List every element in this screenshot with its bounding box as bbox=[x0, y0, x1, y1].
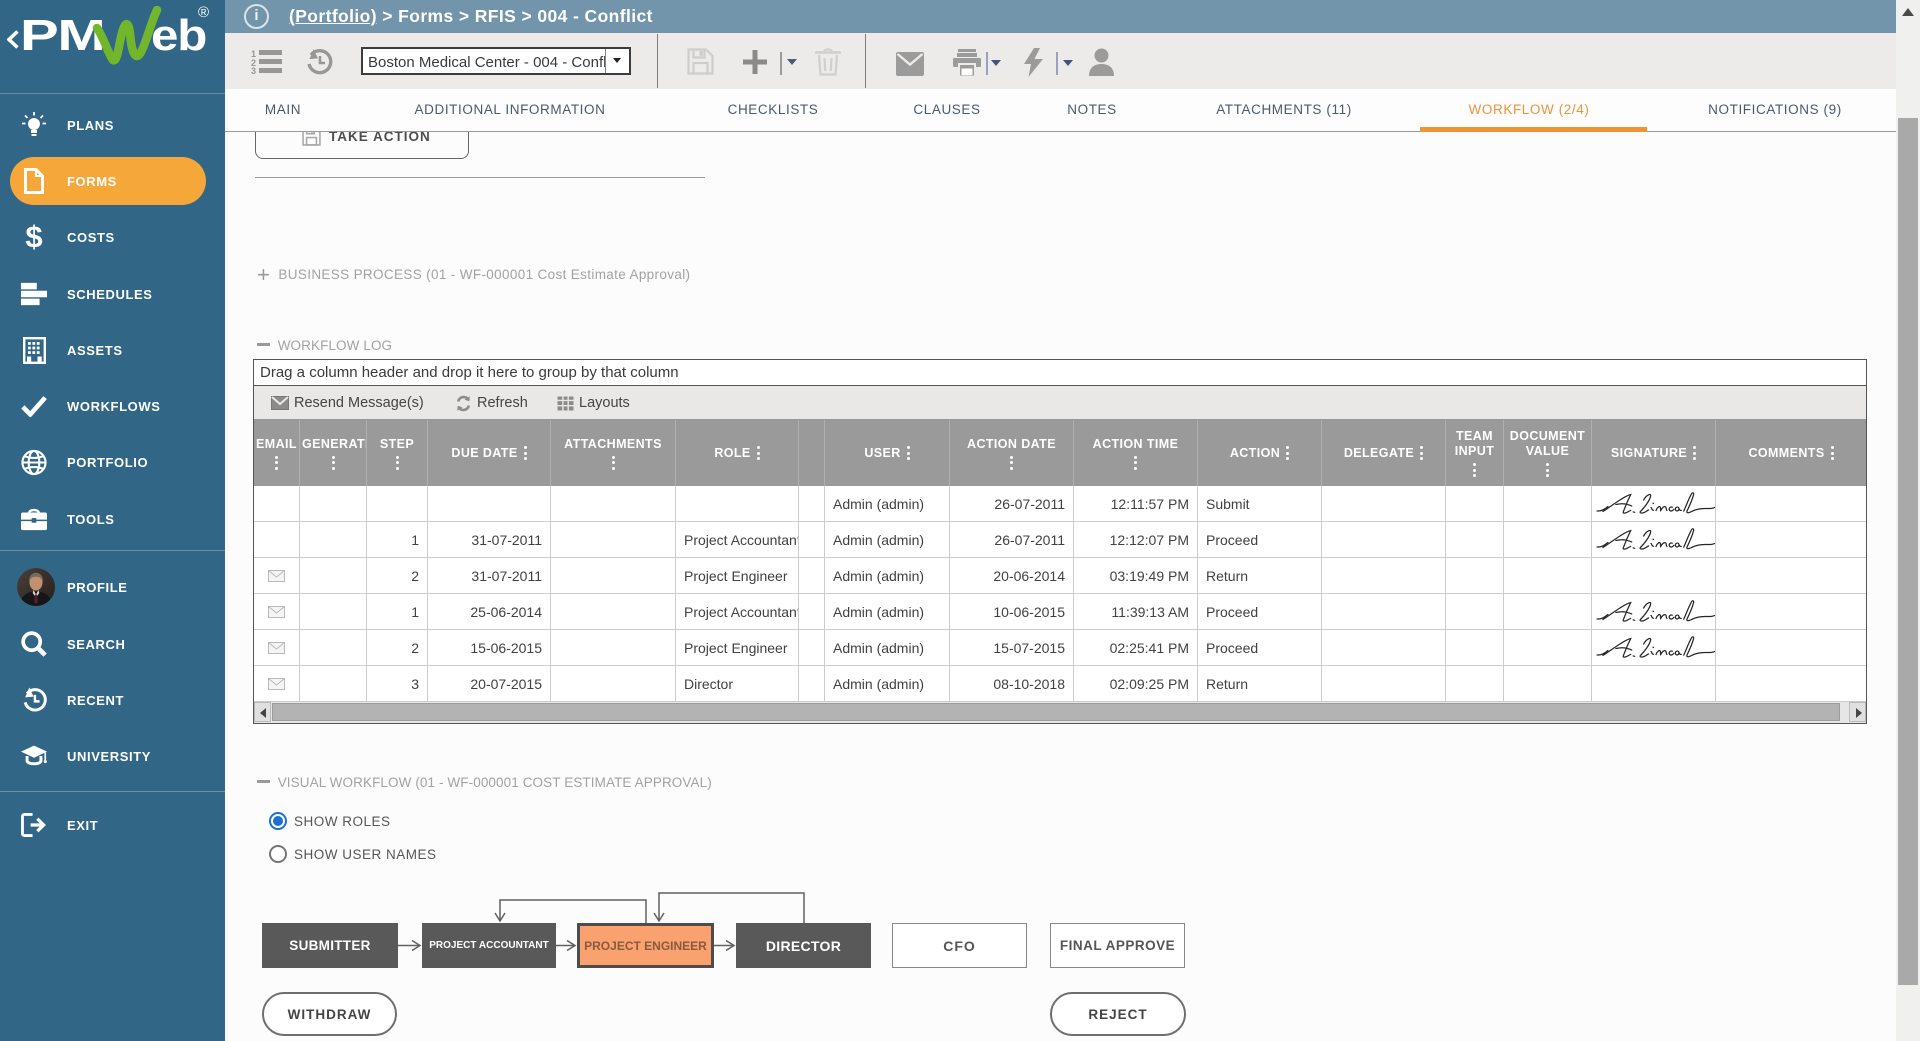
svg-text:3: 3 bbox=[251, 66, 256, 74]
